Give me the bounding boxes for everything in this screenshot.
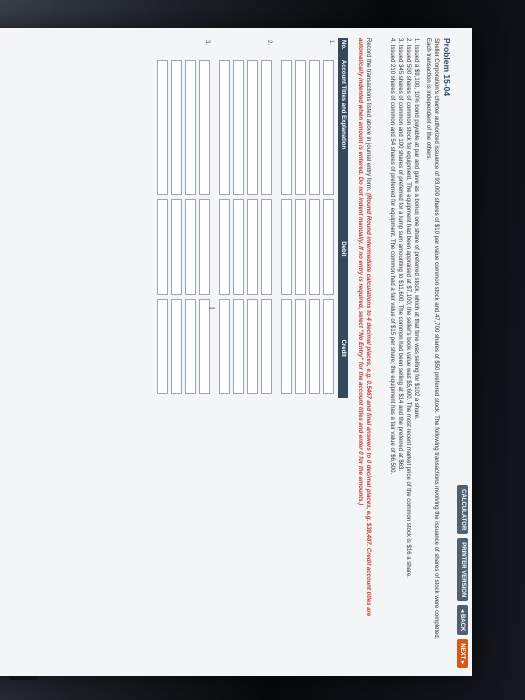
journal-row: 2. [258, 38, 272, 398]
journal-row [182, 38, 196, 398]
problem-title: Problem 15-04 [442, 38, 452, 97]
debit-input[interactable] [309, 199, 320, 295]
laptop-screen: CALCULATOR PRINTER VERSION ◂ BACK NEXT ▸… [0, 28, 472, 676]
header-no: No. [340, 40, 346, 50]
credit-input[interactable] [323, 298, 334, 395]
journal-row: 3. [196, 38, 210, 398]
instructions: Record the transactions listed above in … [356, 38, 372, 648]
journal-row [154, 38, 168, 398]
entry-number: 3. [204, 40, 210, 46]
row-spacer [244, 38, 258, 60]
debit-input[interactable] [261, 199, 272, 295]
problem-intro: Sheller Corporation's charter authorized… [425, 38, 439, 640]
account-title-input[interactable] [171, 59, 182, 196]
journal-table-header: No. Account Titles and Explanation Debit… [338, 38, 348, 398]
debit-input[interactable] [171, 199, 182, 295]
debit-input[interactable] [199, 199, 210, 295]
account-title-input[interactable] [309, 59, 320, 196]
debit-input[interactable] [281, 199, 292, 295]
account-title-input[interactable] [233, 59, 244, 196]
debit-input[interactable] [219, 199, 230, 295]
debit-input[interactable] [295, 199, 306, 295]
row-spacer [216, 38, 230, 60]
row-spacer [292, 38, 306, 60]
account-title-input[interactable] [323, 59, 334, 196]
credit-input[interactable] [309, 298, 320, 395]
journal-row [230, 38, 244, 398]
journal-row [306, 38, 320, 398]
top-toolbar: CALCULATOR PRINTER VERSION ◂ BACK NEXT ▸ [457, 485, 468, 668]
problem-page: CALCULATOR PRINTER VERSION ◂ BACK NEXT ▸… [0, 28, 472, 676]
entry-number: 1. [328, 40, 334, 46]
row-spacer [230, 38, 244, 60]
row-spacer [182, 38, 196, 60]
debit-input[interactable] [323, 199, 334, 295]
account-title-input[interactable] [281, 59, 292, 196]
credit-input[interactable] [247, 298, 258, 395]
credit-input[interactable] [199, 298, 210, 395]
next-button[interactable]: NEXT ▸ [457, 639, 468, 668]
account-title-input[interactable] [219, 59, 230, 196]
header-debit: Debit [340, 241, 346, 257]
account-title-input[interactable] [199, 59, 210, 196]
journal-row [278, 38, 292, 398]
transaction-item: 1. Issued a $9,100, 10% bond payable at … [413, 38, 419, 420]
credit-input[interactable] [233, 298, 244, 395]
back-button[interactable]: ◂ BACK [457, 605, 468, 636]
credit-input[interactable] [171, 298, 182, 395]
transaction-item: 2. Issued 500 shares of common stock for… [405, 38, 411, 578]
credit-input[interactable] [295, 298, 306, 395]
transaction-item: 4. Issued 210 shares of common and 54 sh… [389, 38, 395, 475]
journal-row [244, 38, 258, 398]
journal-row [168, 38, 182, 398]
account-title-input[interactable] [157, 59, 168, 196]
debit-input[interactable] [157, 199, 168, 295]
debit-input[interactable] [233, 199, 244, 295]
journal-row: 1. [320, 38, 334, 398]
account-title-input[interactable] [295, 59, 306, 196]
account-title-input[interactable] [185, 59, 196, 196]
credit-input[interactable] [219, 298, 230, 395]
transaction-item: 3. Issued 345 shares of common and 100 s… [397, 38, 403, 472]
journal-row [216, 38, 230, 398]
header-credit: Credit [340, 339, 346, 357]
journal-row [292, 38, 306, 398]
account-title-input[interactable] [261, 59, 272, 196]
row-spacer [306, 38, 320, 60]
header-account: Account Titles and Explanation [340, 59, 346, 150]
credit-input[interactable] [157, 298, 168, 395]
debit-input[interactable] [185, 199, 196, 295]
row-spacer [278, 38, 292, 60]
transaction-list: 1. Issued a $9,100, 10% bond payable at … [388, 38, 420, 648]
row-spacer [154, 38, 168, 60]
row-spacer [168, 38, 182, 60]
credit-input[interactable] [261, 298, 272, 395]
instructions-text: Record the transactions listed above in … [365, 38, 371, 192]
entry-number: 2. [266, 40, 272, 46]
account-title-input[interactable] [247, 59, 258, 196]
credit-input[interactable] [281, 298, 292, 395]
calculator-button[interactable]: CALCULATOR [457, 485, 468, 535]
text-cursor-icon: I [207, 307, 216, 310]
debit-input[interactable] [247, 199, 258, 295]
printer-version-button[interactable]: PRINTER VERSION [457, 538, 468, 602]
credit-input[interactable] [185, 298, 196, 395]
